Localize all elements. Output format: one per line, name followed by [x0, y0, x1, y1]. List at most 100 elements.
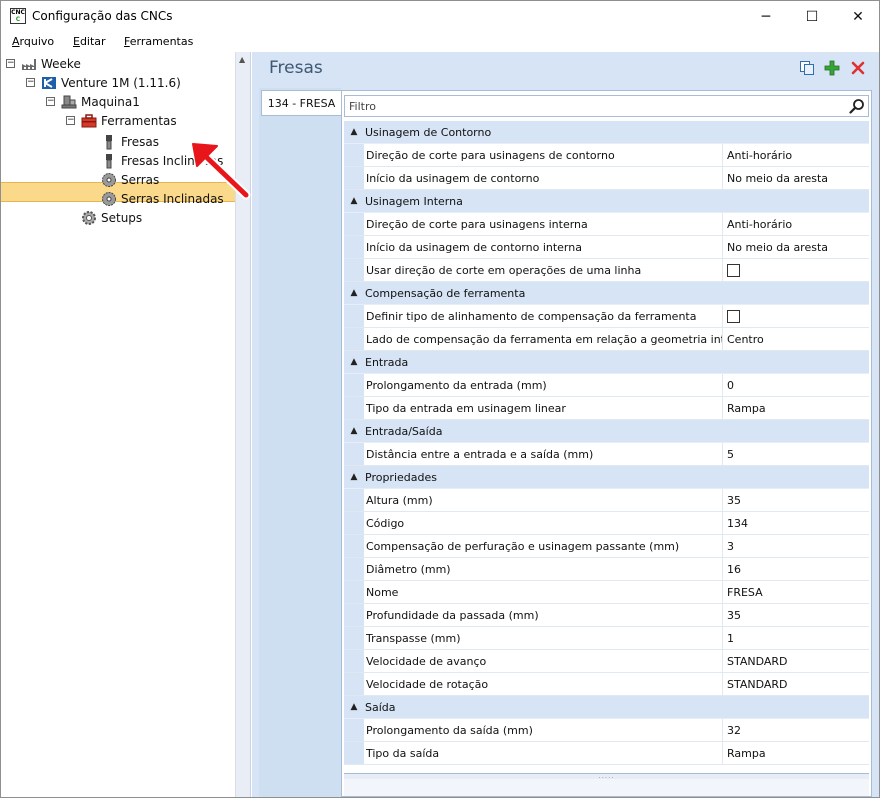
property-row[interactable]: Código 134	[344, 512, 869, 535]
property-row[interactable]: Altura (mm) 35	[344, 489, 869, 512]
property-row[interactable]: Velocidade de avanço STANDARD	[344, 650, 869, 673]
property-value[interactable]	[723, 305, 869, 327]
property-row[interactable]: Início da usinagem de contorno interna No…	[344, 236, 869, 259]
category-row[interactable]: ▲ Entrada/Saída	[344, 420, 869, 443]
property-value[interactable]: No meio da aresta	[723, 236, 869, 258]
menu-editar[interactable]: Editar	[73, 35, 106, 48]
property-value[interactable]: 32	[723, 719, 869, 741]
property-value[interactable]: FRESA	[723, 581, 869, 603]
category-label: Compensação de ferramenta	[365, 286, 526, 300]
row-gutter	[344, 167, 364, 189]
gear-icon	[81, 210, 97, 226]
property-row[interactable]: Lado de compensação da ferramenta em rel…	[344, 328, 869, 351]
property-value[interactable]: Rampa	[723, 742, 869, 764]
row-gutter	[344, 259, 364, 281]
property-value[interactable]: STANDARD	[723, 650, 869, 672]
tree-node-fresas[interactable]: Fresas	[101, 132, 159, 151]
property-checkbox[interactable]	[727, 309, 740, 323]
property-row[interactable]: Início da usinagem de contorno No meio da…	[344, 167, 869, 190]
property-name: Velocidade de rotação	[364, 673, 723, 695]
property-row[interactable]: Tipo da saída Rampa	[344, 742, 869, 765]
chevron-up-icon[interactable]: ▲	[344, 196, 364, 206]
category-row[interactable]: ▲ Saída	[344, 696, 869, 719]
property-value[interactable]: 35	[723, 604, 869, 626]
tree-node-ferramentas[interactable]: − Ferramentas	[66, 111, 177, 130]
property-row[interactable]: Direção de corte para usinagens interna A…	[344, 213, 869, 236]
collapse-icon[interactable]: −	[46, 97, 55, 106]
property-value[interactable]: Rampa	[723, 397, 869, 419]
chevron-up-icon[interactable]: ▲	[344, 288, 364, 298]
search-icon[interactable]	[849, 98, 865, 114]
tree-node-serras[interactable]: Serras	[101, 170, 159, 189]
collapse-icon[interactable]: −	[26, 78, 35, 87]
filter-input[interactable]	[349, 99, 829, 114]
category-row[interactable]: ▲ Compensação de ferramenta	[344, 282, 869, 305]
property-row[interactable]: Prolongamento da saída (mm) 32	[344, 719, 869, 742]
minimize-button[interactable]: ─	[743, 1, 789, 32]
chevron-up-icon[interactable]: ▲	[344, 702, 364, 712]
property-value[interactable]: No meio da aresta	[723, 167, 869, 189]
property-row[interactable]: Nome FRESA	[344, 581, 869, 604]
property-row[interactable]: Diâmetro (mm) 16	[344, 558, 869, 581]
property-row[interactable]: Prolongamento da entrada (mm) 0	[344, 374, 869, 397]
property-value[interactable]: Centro	[723, 328, 869, 350]
property-value[interactable]: 1	[723, 627, 869, 649]
tree-label: Weeke	[41, 56, 81, 71]
tree-node-setups[interactable]: Setups	[81, 208, 142, 227]
collapse-icon[interactable]: −	[66, 116, 75, 125]
scroll-up-arrow-icon[interactable]: ▲	[239, 55, 245, 64]
delete-icon[interactable]	[850, 60, 866, 76]
row-gutter	[344, 236, 364, 258]
property-row[interactable]: Usar direção de corte em operações de um…	[344, 259, 869, 282]
category-row[interactable]: ▲ Propriedades	[344, 466, 869, 489]
property-row[interactable]: Tipo da entrada em usinagem linear Rampa	[344, 397, 869, 420]
close-button[interactable]: ✕	[835, 1, 880, 32]
chevron-up-icon[interactable]: ▲	[344, 426, 364, 436]
property-value[interactable]: STANDARD	[723, 673, 869, 695]
add-icon[interactable]	[824, 60, 840, 76]
property-value[interactable]: Anti-horário	[723, 144, 869, 166]
property-row[interactable]: Definir tipo de alinhamento de compensaç…	[344, 305, 869, 328]
property-value[interactable]: 0	[723, 374, 869, 396]
property-name: Nome	[364, 581, 723, 603]
tab-134-fresa[interactable]: 134 - FRESA	[261, 90, 341, 116]
property-name: Código	[364, 512, 723, 534]
property-row[interactable]: Distância entre a entrada e a saída (mm)…	[344, 443, 869, 466]
property-value[interactable]: 35	[723, 489, 869, 511]
property-row[interactable]: Transpasse (mm) 1	[344, 627, 869, 650]
property-name: Diâmetro (mm)	[364, 558, 723, 580]
property-value[interactable]	[723, 259, 869, 281]
property-value[interactable]: 134	[723, 512, 869, 534]
property-name: Direção de corte para usinagens interna	[364, 213, 723, 235]
category-label: Propriedades	[365, 470, 437, 484]
property-value[interactable]: 16	[723, 558, 869, 580]
property-row[interactable]: Direção de corte para usinagens de conto…	[344, 144, 869, 167]
property-name: Tipo da entrada em usinagem linear	[364, 397, 723, 419]
menu-arquivo[interactable]: Arquivo	[12, 35, 54, 48]
property-name: Profundidade da passada (mm)	[364, 604, 723, 626]
property-value[interactable]: 3	[723, 535, 869, 557]
property-row[interactable]: Compensação de perfuração e usinagem pas…	[344, 535, 869, 558]
main-window: CNC C Configuração das CNCs ─ ☐ ✕ Arquivo…	[0, 0, 880, 798]
maximize-button[interactable]: ☐	[789, 1, 835, 32]
tree-node-weeke[interactable]: − Weeke	[6, 54, 81, 73]
property-value[interactable]: 5	[723, 443, 869, 465]
property-value[interactable]: Anti-horário	[723, 213, 869, 235]
property-checkbox[interactable]	[727, 263, 740, 277]
copy-icon[interactable]	[799, 60, 815, 76]
chevron-up-icon[interactable]: ▲	[344, 127, 364, 137]
tree-node-maquina1[interactable]: − Maquina1	[46, 92, 140, 111]
menu-ferramentas[interactable]: Ferramentas	[124, 35, 193, 48]
category-row[interactable]: ▲ Entrada	[344, 351, 869, 374]
tree-node-venture[interactable]: − Venture 1M (1.11.6)	[26, 73, 181, 92]
property-name: Compensação de perfuração e usinagem pas…	[364, 535, 723, 557]
chevron-up-icon[interactable]: ▲	[344, 472, 364, 482]
property-name: Direção de corte para usinagens de conto…	[364, 144, 723, 166]
category-row[interactable]: ▲ Usinagem Interna	[344, 190, 869, 213]
chevron-up-icon[interactable]: ▲	[344, 357, 364, 367]
collapse-icon[interactable]: −	[6, 59, 15, 68]
property-row[interactable]: Velocidade de rotação STANDARD	[344, 673, 869, 696]
tree-label: Ferramentas	[101, 113, 177, 128]
property-row[interactable]: Profundidade da passada (mm) 35	[344, 604, 869, 627]
category-row[interactable]: ▲ Usinagem de Contorno	[344, 121, 869, 144]
